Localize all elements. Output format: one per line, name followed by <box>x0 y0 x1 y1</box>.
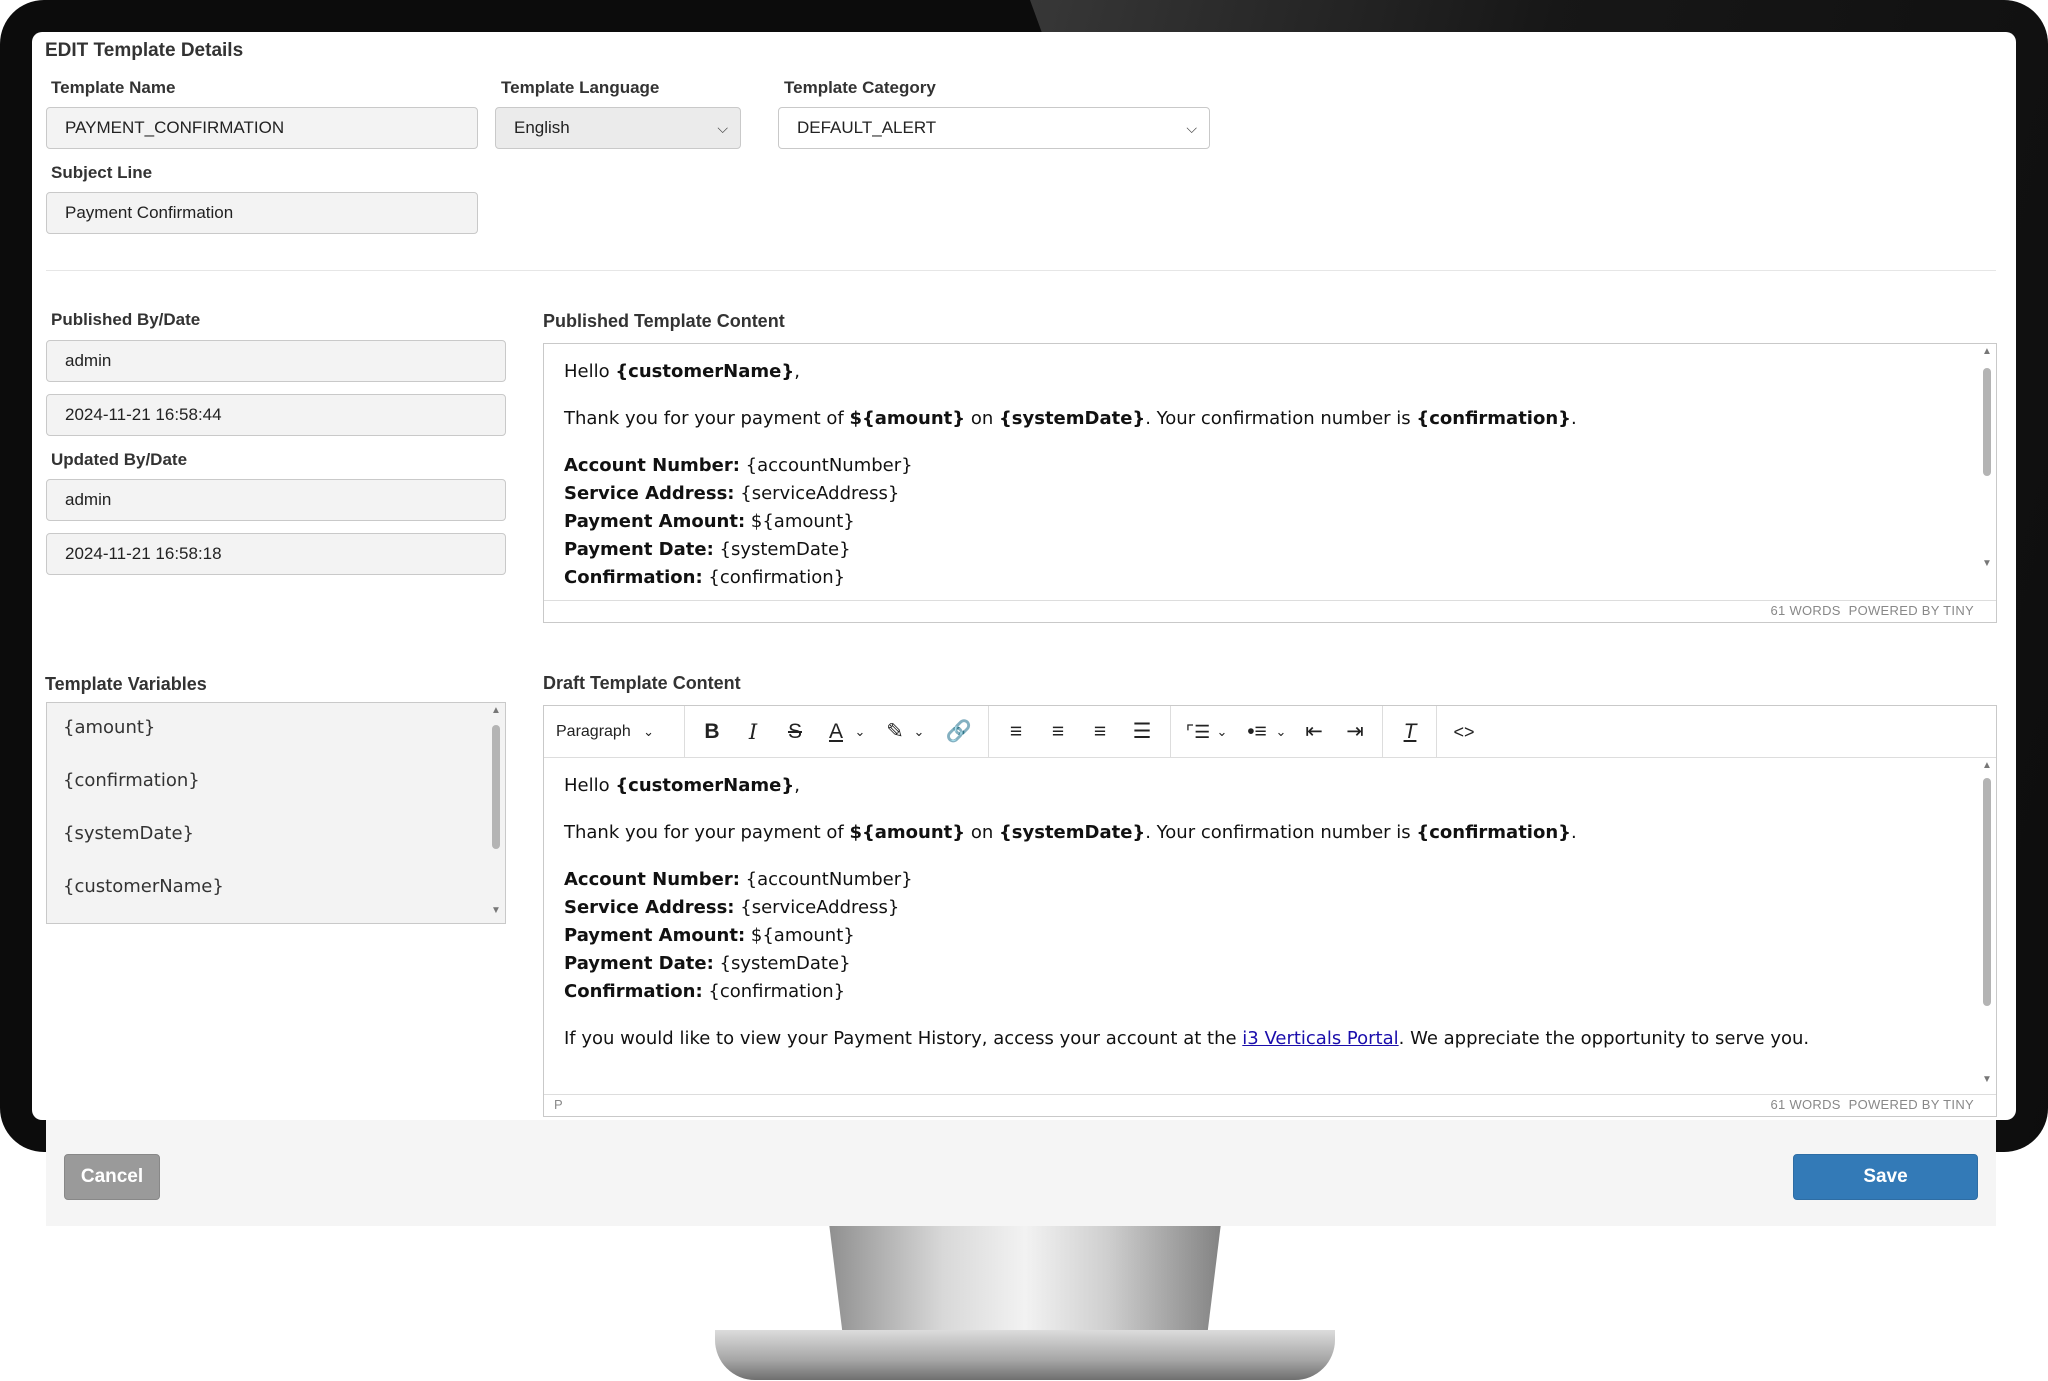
scroll-up-arrow-icon[interactable]: ▲ <box>1978 346 1996 357</box>
chevron-down-icon: ⌵ <box>717 120 728 136</box>
variable-item-confirmation[interactable]: {confirmation} <box>63 770 200 791</box>
align-justify-icon[interactable]: ☰ <box>1124 714 1160 750</box>
scroll-down-arrow-icon[interactable]: ▼ <box>1978 558 1996 569</box>
published-content-label: Published Template Content <box>543 311 785 331</box>
strikethrough-icon[interactable]: S <box>777 714 813 750</box>
updated-by-field: admin <box>46 479 506 521</box>
scroll-thumb[interactable] <box>1983 368 1991 476</box>
app-screen: EDIT Template Details Template Name PAYM… <box>32 32 2016 1120</box>
page-title: EDIT Template Details <box>45 40 244 61</box>
template-name-input[interactable]: PAYMENT_CONFIRMATION <box>46 107 478 149</box>
template-language-label: Template Language <box>501 78 660 97</box>
italic-icon[interactable]: I <box>735 714 771 750</box>
align-right-icon[interactable]: ≡ <box>1082 714 1118 750</box>
block-format-dropdown[interactable]: Paragraph ⌄ <box>556 714 676 750</box>
chevron-down-icon[interactable]: ⌄ <box>1270 714 1292 750</box>
chevron-down-icon: ⌵ <box>1186 120 1197 136</box>
published-word-count: 61 WORDS POWERED BY TINY <box>1770 603 1974 618</box>
template-language-value: English <box>514 118 570 137</box>
variable-item-amount[interactable]: {amount} <box>63 717 155 738</box>
draft-word-count: 61 WORDS POWERED BY TINY <box>1770 1097 1974 1112</box>
template-category-value: DEFAULT_ALERT <box>797 118 937 137</box>
published-date-field: 2024-11-21 16:58:44 <box>46 394 506 436</box>
published-by-field: admin <box>46 340 506 382</box>
section-divider <box>46 270 1996 271</box>
scroll-thumb[interactable] <box>492 725 500 849</box>
template-variables-list[interactable]: {amount} {confirmation} {systemDate} {cu… <box>46 702 506 924</box>
published-content-body: Hello {customerName}, Thank you for your… <box>564 361 1577 588</box>
template-category-select[interactable]: DEFAULT_ALERT ⌵ <box>778 107 1210 149</box>
align-center-icon[interactable]: ≡ <box>1040 714 1076 750</box>
form-footer <box>46 1120 1996 1226</box>
variables-scrollbar[interactable]: ▲ ▼ <box>487 703 505 923</box>
cancel-button[interactable]: Cancel <box>64 1154 160 1200</box>
source-code-icon[interactable]: <> <box>1446 714 1482 750</box>
chevron-down-icon[interactable]: ⌄ <box>1211 714 1233 750</box>
template-name-label: Template Name <box>51 78 176 97</box>
published-scrollbar[interactable]: ▲ ▼ <box>1978 344 1996 578</box>
monitor-stand-base <box>715 1330 1335 1380</box>
outdent-icon[interactable]: ⇤ <box>1296 714 1332 750</box>
save-button[interactable]: Save <box>1793 1154 1978 1200</box>
published-content-editor: Hello {customerName}, Thank you for your… <box>543 343 1997 623</box>
scroll-up-arrow-icon[interactable]: ▲ <box>487 705 505 716</box>
chevron-down-icon[interactable]: ⌄ <box>849 714 871 750</box>
editor-toolbar: Paragraph ⌄ B I S A ⌄ ✎ ⌄ 🔗 ≡ ≡ ≡ ☰ ⌜☰ ⌄… <box>544 706 1996 758</box>
template-category-label: Template Category <box>784 78 936 97</box>
portal-link[interactable]: i3 Verticals Portal <box>1242 1028 1398 1049</box>
published-by-date-label: Published By/Date <box>51 310 201 329</box>
bold-icon[interactable]: B <box>694 714 730 750</box>
subject-line-input[interactable]: Payment Confirmation <box>46 192 478 234</box>
draft-status-bar: P 61 WORDS POWERED BY TINY <box>544 1094 1996 1116</box>
element-path[interactable]: P <box>554 1095 563 1115</box>
scroll-down-arrow-icon[interactable]: ▼ <box>487 905 505 916</box>
scroll-up-arrow-icon[interactable]: ▲ <box>1978 760 1996 771</box>
chevron-down-icon: ⌄ <box>643 724 655 739</box>
variable-item-customername[interactable]: {customerName} <box>63 876 224 897</box>
draft-scrollbar[interactable]: ▲ ▼ <box>1978 758 1996 1094</box>
draft-content-body[interactable]: Hello {customerName}, Thank you for your… <box>544 758 1978 1094</box>
indent-icon[interactable]: ⇥ <box>1337 714 1373 750</box>
subject-line-label: Subject Line <box>51 163 153 182</box>
updated-date-field: 2024-11-21 16:58:18 <box>46 533 506 575</box>
link-icon[interactable]: 🔗 <box>941 714 977 750</box>
variable-item-systemdate[interactable]: {systemDate} <box>63 823 194 844</box>
updated-by-date-label: Updated By/Date <box>51 450 188 469</box>
chevron-down-icon[interactable]: ⌄ <box>908 714 930 750</box>
published-status-bar: 61 WORDS POWERED BY TINY <box>544 600 1996 622</box>
scroll-down-arrow-icon[interactable]: ▼ <box>1978 1074 1996 1085</box>
draft-content-label: Draft Template Content <box>543 673 741 693</box>
scroll-thumb[interactable] <box>1983 778 1991 1006</box>
align-left-icon[interactable]: ≡ <box>998 714 1034 750</box>
draft-content-editor[interactable]: Paragraph ⌄ B I S A ⌄ ✎ ⌄ 🔗 ≡ ≡ ≡ ☰ ⌜☰ ⌄… <box>543 705 1997 1117</box>
template-variables-label: Template Variables <box>45 674 207 694</box>
template-language-select[interactable]: English ⌵ <box>495 107 741 149</box>
clear-formatting-icon[interactable]: T <box>1392 714 1428 750</box>
